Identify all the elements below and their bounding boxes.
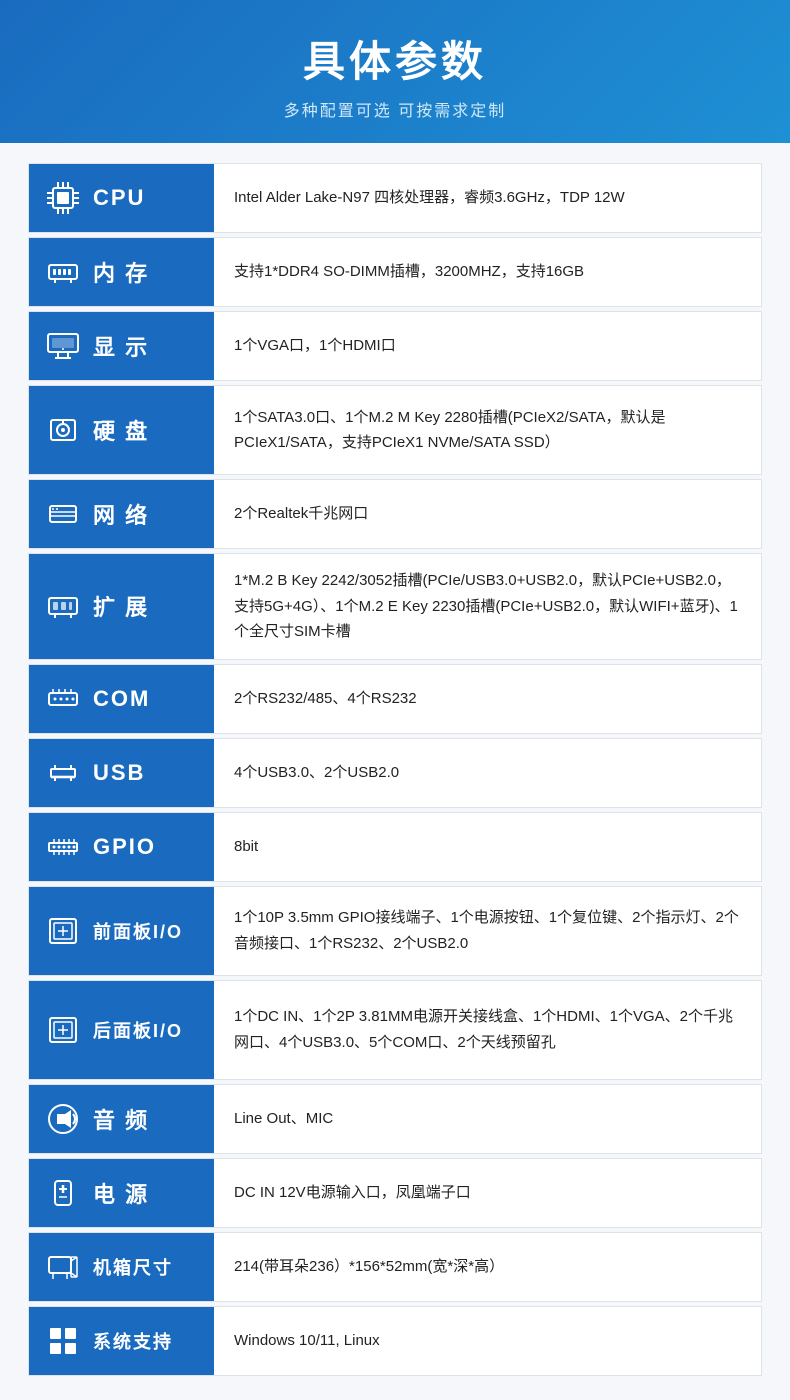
memory-icon [43,252,83,292]
com-icon [43,679,83,719]
spec-value-display: 1个VGA口，1个HDMI口 [214,312,761,380]
spec-row-storage: 硬 盘 1个SATA3.0口、1个M.2 M Key 2280插槽(PCIeX2… [28,385,762,475]
spec-row-os: 系统支持 Windows 10/11, Linux [28,1306,762,1376]
spec-label-chassis: 机箱尺寸 [29,1233,214,1301]
spec-label-front-io-text: 前面板I/O [93,918,183,944]
spec-row-chassis: 机箱尺寸 214(带耳朵236）*156*52mm(宽*深*高） [28,1232,762,1302]
usb-icon [43,753,83,793]
spec-row-cpu: CPU Intel Alder Lake-N97 四核处理器，睿频3.6GHz，… [28,163,762,233]
front-io-icon [43,911,83,951]
spec-table: CPU Intel Alder Lake-N97 四核处理器，睿频3.6GHz，… [0,143,790,1400]
spec-value-cpu: Intel Alder Lake-N97 四核处理器，睿频3.6GHz，TDP … [214,164,761,232]
spec-row-rear-io: 后面板I/O 1个DC IN、1个2P 3.81MM电源开关接线盒、1个HDMI… [28,980,762,1080]
spec-value-usb: 4个USB3.0、2个USB2.0 [214,739,761,807]
spec-label-gpio-text: GPIO [93,834,156,860]
spec-row-com: COM 2个RS232/485、4个RS232 [28,664,762,734]
spec-value-rear-io: 1个DC IN、1个2P 3.81MM电源开关接线盒、1个HDMI、1个VGA、… [214,981,761,1079]
spec-label-network-text: 网 络 [93,498,149,530]
spec-value-front-io: 1个10P 3.5mm GPIO接线端子、1个电源按钮、1个复位键、2个指示灯、… [214,887,761,975]
spec-row-power: 电 源 DC IN 12V电源输入口，凤凰端子口 [28,1158,762,1228]
spec-label-memory: 内 存 [29,238,214,306]
cpu-icon [43,178,83,218]
spec-row-network: 网 络 2个Realtek千兆网口 [28,479,762,549]
spec-label-com: COM [29,665,214,733]
expansion-icon [43,586,83,626]
spec-label-audio-text: 音 频 [93,1103,149,1135]
spec-label-memory-text: 内 存 [93,256,149,288]
spec-value-chassis: 214(带耳朵236）*156*52mm(宽*深*高） [214,1233,761,1301]
spec-value-network: 2个Realtek千兆网口 [214,480,761,548]
header-subtitle: 多种配置可选 可按需求定制 [20,97,770,121]
spec-label-expansion-text: 扩 展 [93,590,149,622]
spec-label-cpu-text: CPU [93,185,145,211]
spec-label-rear-io-text: 后面板I/O [93,1017,183,1043]
spec-label-power: 电 源 [29,1159,214,1227]
spec-value-os: Windows 10/11, Linux [214,1307,761,1375]
spec-label-com-text: COM [93,686,150,712]
page-title: 具体参数 [20,28,770,89]
spec-row-memory: 内 存 支持1*DDR4 SO-DIMM插槽，3200MHZ，支持16GB [28,237,762,307]
spec-label-storage: 硬 盘 [29,386,214,474]
spec-value-gpio: 8bit [214,813,761,881]
spec-value-power: DC IN 12V电源输入口，凤凰端子口 [214,1159,761,1227]
spec-label-network: 网 络 [29,480,214,548]
spec-label-display-text: 显 示 [93,330,149,362]
spec-label-storage-text: 硬 盘 [93,414,149,446]
spec-row-expansion: 扩 展 1*M.2 B Key 2242/3052插槽(PCIe/USB3.0+… [28,553,762,660]
spec-label-os-text: 系统支持 [93,1328,173,1354]
spec-label-expansion: 扩 展 [29,554,214,659]
spec-row-display: 显 示 1个VGA口，1个HDMI口 [28,311,762,381]
rear-io-icon [43,1010,83,1050]
spec-label-display: 显 示 [29,312,214,380]
spec-label-rear-io: 后面板I/O [29,981,214,1079]
spec-value-audio: Line Out、MIC [214,1085,761,1153]
power-icon [43,1173,83,1213]
spec-label-usb: USB [29,739,214,807]
spec-value-storage: 1个SATA3.0口、1个M.2 M Key 2280插槽(PCIeX2/SAT… [214,386,761,474]
spec-label-front-io: 前面板I/O [29,887,214,975]
os-icon [43,1321,83,1361]
spec-row-gpio: GPIO 8bit [28,812,762,882]
spec-label-gpio: GPIO [29,813,214,881]
spec-value-expansion: 1*M.2 B Key 2242/3052插槽(PCIe/USB3.0+USB2… [214,554,761,659]
network-icon [43,494,83,534]
spec-label-usb-text: USB [93,760,145,786]
spec-value-memory: 支持1*DDR4 SO-DIMM插槽，3200MHZ，支持16GB [214,238,761,306]
storage-icon [43,410,83,450]
chassis-icon [43,1247,83,1287]
audio-icon [43,1099,83,1139]
spec-label-os: 系统支持 [29,1307,214,1375]
display-icon [43,326,83,366]
spec-label-cpu: CPU [29,164,214,232]
spec-row-usb: USB 4个USB3.0、2个USB2.0 [28,738,762,808]
spec-label-audio: 音 频 [29,1085,214,1153]
header: 具体参数 多种配置可选 可按需求定制 [0,0,790,143]
gpio-icon [43,827,83,867]
spec-label-chassis-text: 机箱尺寸 [93,1254,173,1280]
spec-label-power-text: 电 源 [93,1177,149,1209]
spec-value-com: 2个RS232/485、4个RS232 [214,665,761,733]
spec-row-front-io: 前面板I/O 1个10P 3.5mm GPIO接线端子、1个电源按钮、1个复位键… [28,886,762,976]
spec-row-audio: 音 频 Line Out、MIC [28,1084,762,1154]
